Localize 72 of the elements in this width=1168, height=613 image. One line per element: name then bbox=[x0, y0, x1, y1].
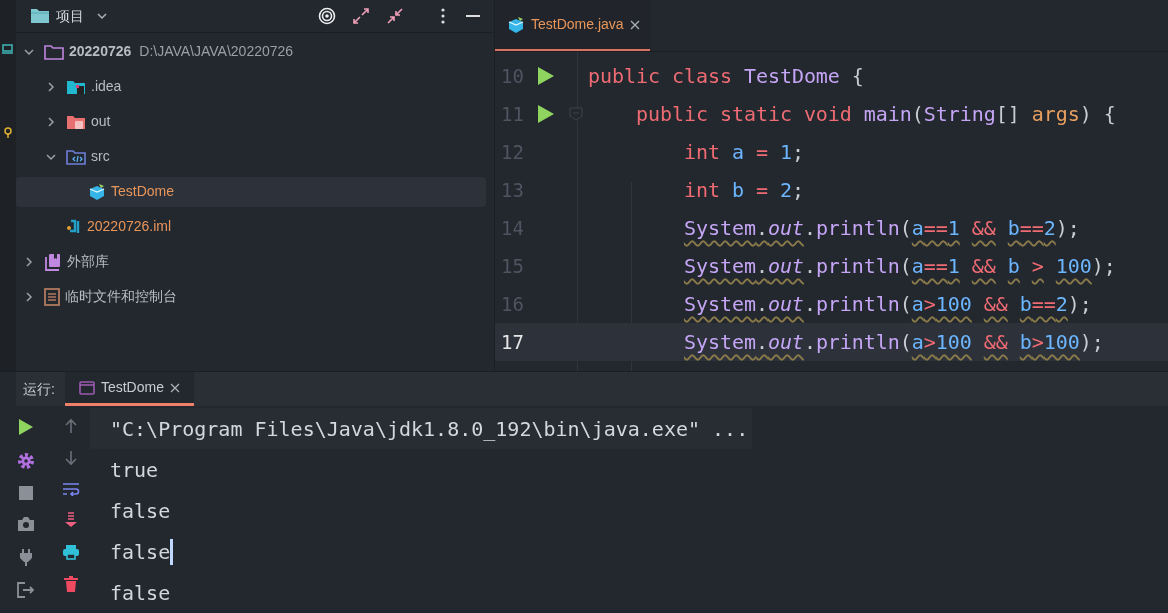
tree-item[interactable]: out bbox=[16, 106, 486, 137]
folder-icon bbox=[66, 78, 86, 95]
line-number: 17 bbox=[500, 329, 525, 355]
run-icon[interactable] bbox=[18, 418, 34, 436]
run-icon[interactable] bbox=[537, 104, 555, 124]
cube-icon bbox=[88, 182, 106, 201]
run-icon[interactable] bbox=[537, 66, 555, 86]
code-line: int b = 2; bbox=[682, 177, 804, 204]
output-line: false bbox=[109, 579, 171, 607]
chevron-right-icon[interactable] bbox=[24, 290, 34, 303]
tree-item[interactable]: 外部库 bbox=[16, 246, 486, 277]
folder-icon bbox=[44, 43, 64, 60]
collapse-icon[interactable] bbox=[386, 7, 404, 25]
tree-item[interactable]: src bbox=[16, 141, 486, 172]
chevron-right-icon[interactable] bbox=[46, 115, 56, 128]
panel-title: 项目 bbox=[56, 6, 84, 26]
close-icon[interactable] bbox=[169, 382, 180, 393]
plug-icon[interactable] bbox=[19, 548, 33, 566]
item-label: 20220726.iml bbox=[87, 217, 172, 236]
soft-wrap-icon[interactable] bbox=[62, 482, 80, 496]
scroll-to-end-icon[interactable] bbox=[64, 512, 78, 528]
tree-item[interactable]: 20220726 D:\JAVA\JAVA\20220726 bbox=[16, 36, 486, 67]
cube-icon bbox=[507, 15, 525, 34]
dropdown-caret-icon[interactable] bbox=[96, 11, 108, 21]
output-line: true bbox=[109, 456, 159, 484]
code-line: System.out.println(a>100 && b==2); bbox=[682, 291, 1092, 318]
output-line: false bbox=[109, 538, 171, 566]
module-file-icon bbox=[66, 218, 82, 235]
run-tab[interactable]: TestDome bbox=[64, 372, 194, 406]
down-arrow-icon[interactable] bbox=[64, 450, 78, 466]
trash-icon[interactable] bbox=[64, 576, 78, 592]
chevron-down-icon[interactable] bbox=[45, 151, 57, 162]
code-line: System.out.println(a==1 && b==2); bbox=[682, 215, 1080, 242]
code-line: System.out.println(a>100 && b>100); bbox=[682, 329, 1104, 356]
settings-icon[interactable] bbox=[17, 452, 35, 470]
chevron-right-icon[interactable] bbox=[46, 80, 56, 93]
item-path: D:\JAVA\JAVA\20220726 bbox=[139, 42, 294, 61]
list-icon bbox=[44, 287, 60, 306]
monitor-icon[interactable] bbox=[2, 44, 14, 54]
more-icon[interactable] bbox=[440, 8, 446, 24]
code-folder-icon bbox=[66, 148, 86, 165]
code-line: public class TestDome { bbox=[588, 63, 864, 90]
item-label: 20220726 bbox=[69, 42, 132, 61]
tree-item[interactable]: .idea bbox=[16, 71, 486, 102]
run-label: 运行: bbox=[23, 379, 55, 399]
item-label: 临时文件和控制台 bbox=[65, 287, 177, 306]
books-icon bbox=[44, 252, 62, 271]
code-line: System.out.println(a==1 && b > 100); bbox=[682, 253, 1116, 280]
up-arrow-icon[interactable] bbox=[64, 418, 78, 434]
item-label: out bbox=[91, 112, 111, 131]
chevron-down-icon[interactable] bbox=[23, 46, 35, 57]
minimize-icon[interactable] bbox=[466, 14, 482, 18]
folder-icon bbox=[30, 8, 50, 24]
tree-item[interactable]: TestDome bbox=[16, 176, 486, 207]
item-label: .idea bbox=[91, 77, 122, 96]
chevron-right-icon[interactable] bbox=[24, 255, 34, 268]
close-icon[interactable] bbox=[629, 19, 640, 30]
expand-icon[interactable] bbox=[352, 7, 370, 25]
output-line: false bbox=[109, 497, 171, 525]
tree-item[interactable]: 20220726.iml bbox=[16, 211, 486, 242]
code-line: public static void main(String[] args) { bbox=[634, 101, 1116, 128]
print-icon[interactable] bbox=[62, 544, 80, 560]
item-label: src bbox=[91, 147, 110, 166]
camera-icon[interactable] bbox=[17, 516, 35, 532]
item-label: TestDome bbox=[111, 182, 175, 201]
folder-icon bbox=[66, 113, 86, 130]
code-line: int a = 1; bbox=[682, 139, 804, 166]
window-icon bbox=[78, 380, 95, 395]
item-label: 外部库 bbox=[67, 252, 109, 271]
tree-item[interactable]: 临时文件和控制台 bbox=[16, 281, 486, 312]
exit-icon[interactable] bbox=[17, 582, 35, 598]
target-icon[interactable] bbox=[318, 7, 336, 25]
